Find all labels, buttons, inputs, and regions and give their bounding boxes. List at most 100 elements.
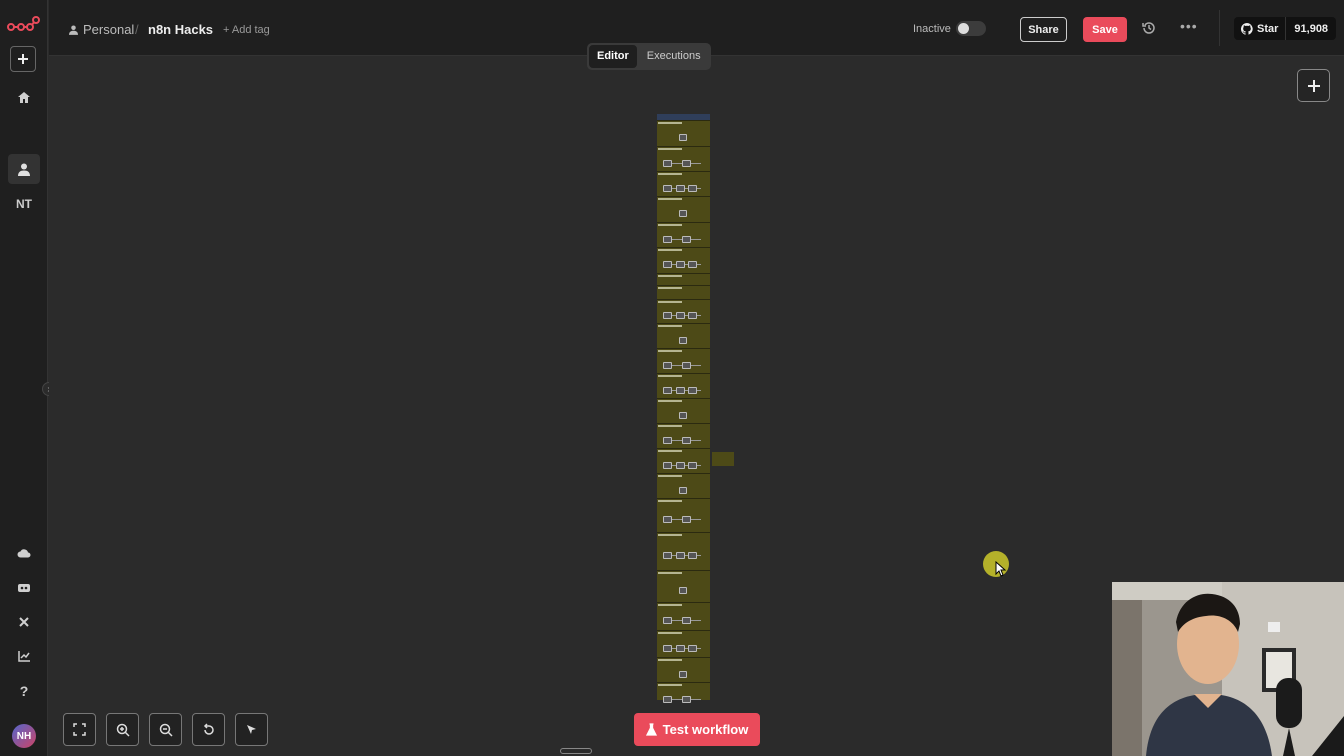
workflow-node[interactable]: [663, 236, 672, 243]
sticky-note-section[interactable]: [657, 171, 710, 196]
github-star[interactable]: Star: [1234, 17, 1287, 40]
more-icon[interactable]: •••: [1180, 18, 1198, 34]
workflow-node[interactable]: [663, 261, 672, 268]
sticky-note-section[interactable]: [657, 196, 710, 222]
workflow-node[interactable]: [682, 617, 691, 624]
workflow-node[interactable]: [663, 437, 672, 444]
workflow-node[interactable]: [663, 617, 672, 624]
reset-zoom-button[interactable]: [192, 713, 225, 746]
workflow-node[interactable]: [663, 160, 672, 167]
test-workflow-button[interactable]: Test workflow: [634, 713, 760, 746]
sticky-note-section[interactable]: [657, 285, 710, 299]
zoom-to-fit-button[interactable]: [63, 713, 96, 746]
workflow-node[interactable]: [675, 645, 685, 652]
side-sticky-note[interactable]: [712, 452, 734, 466]
sticky-note-section[interactable]: [657, 398, 710, 423]
workflow-node[interactable]: [688, 462, 698, 469]
workflow-node[interactable]: [679, 337, 687, 344]
workflow-node[interactable]: [679, 134, 687, 141]
workflow-node[interactable]: [688, 185, 698, 192]
github-star-button[interactable]: Star 91,908: [1234, 17, 1337, 40]
sticky-note-section[interactable]: [657, 602, 710, 630]
sticky-note-section[interactable]: [657, 373, 710, 398]
workflow-node[interactable]: [682, 516, 691, 523]
workflow-node[interactable]: [679, 487, 687, 494]
workflow-node[interactable]: [682, 236, 691, 243]
sticky-note-section[interactable]: [657, 348, 710, 373]
workflow-node[interactable]: [682, 362, 691, 369]
sticky-note-section[interactable]: [657, 273, 710, 285]
workflow-node[interactable]: [682, 437, 691, 444]
workflow-node[interactable]: [675, 185, 685, 192]
sidebar-item-project[interactable]: NT: [8, 189, 40, 219]
workflow-node[interactable]: [679, 412, 687, 419]
workflow-node[interactable]: [663, 552, 672, 559]
workflow-node[interactable]: [688, 312, 698, 319]
workflow-node[interactable]: [675, 462, 685, 469]
workflow-node[interactable]: [688, 552, 698, 559]
sidebar-item-personal[interactable]: [8, 154, 40, 184]
history-icon[interactable]: [1141, 20, 1157, 36]
sticky-note-section[interactable]: [657, 498, 710, 532]
tab-executions[interactable]: Executions: [639, 45, 709, 68]
sidebar-item-variables[interactable]: [8, 607, 40, 637]
breadcrumb-project[interactable]: Personal: [69, 22, 134, 37]
n8n-logo[interactable]: [6, 14, 40, 36]
logs-panel-handle[interactable]: [560, 748, 592, 754]
workflow-node[interactable]: [679, 210, 687, 217]
breadcrumb-separator: /: [135, 22, 139, 37]
workflow-node[interactable]: [663, 185, 672, 192]
workflow-node[interactable]: [663, 362, 672, 369]
tidy-up-button[interactable]: [235, 713, 268, 746]
sticky-note-section[interactable]: [657, 448, 710, 473]
sticky-note-section[interactable]: [657, 570, 710, 602]
zoom-out-button[interactable]: [149, 713, 182, 746]
workflow-node[interactable]: [663, 462, 672, 469]
workflow-node[interactable]: [688, 645, 698, 652]
add-node-button[interactable]: [1297, 69, 1330, 102]
add-resource-button[interactable]: [10, 46, 36, 72]
workflow-node[interactable]: [675, 387, 685, 394]
sticky-note-section[interactable]: [657, 630, 710, 657]
workflow-node[interactable]: [688, 387, 698, 394]
workflow-node[interactable]: [682, 160, 691, 167]
share-button[interactable]: Share: [1020, 17, 1067, 42]
sticky-note-section[interactable]: [657, 299, 710, 323]
workflow-node[interactable]: [679, 671, 687, 678]
tab-editor[interactable]: Editor: [589, 45, 637, 68]
sticky-note-section[interactable]: [657, 146, 710, 171]
sidebar-item-templates[interactable]: [8, 572, 40, 602]
workflow-node[interactable]: [682, 696, 691, 703]
sticky-note-section[interactable]: [657, 222, 710, 247]
sticky-note-section[interactable]: [657, 247, 710, 273]
workflow-node[interactable]: [663, 516, 672, 523]
sticky-note-section[interactable]: [657, 532, 710, 570]
workflow-node[interactable]: [663, 696, 672, 703]
sidebar-item-help[interactable]: ?: [8, 676, 40, 706]
avatar[interactable]: NH: [12, 724, 36, 748]
sticky-notes-column[interactable]: [657, 114, 710, 703]
workflow-node[interactable]: [663, 645, 672, 652]
sticky-note-section[interactable]: [657, 682, 710, 707]
github-star-count: 91,908: [1294, 22, 1329, 35]
activation-toggle[interactable]: [956, 21, 986, 36]
workflow-node[interactable]: [679, 587, 687, 594]
workflow-node[interactable]: [675, 552, 685, 559]
zoom-in-button[interactable]: [106, 713, 139, 746]
workflow-name[interactable]: n8n Hacks: [148, 22, 213, 37]
sticky-note-section[interactable]: [657, 473, 710, 498]
sticky-note-section[interactable]: [657, 423, 710, 448]
sidebar-item-admin-panel[interactable]: [8, 538, 40, 568]
sticky-note-section[interactable]: [657, 657, 710, 682]
workflow-node[interactable]: [688, 261, 698, 268]
workflow-node[interactable]: [675, 312, 685, 319]
workflow-node[interactable]: [663, 312, 672, 319]
add-tag-button[interactable]: + Add tag: [223, 24, 270, 36]
sidebar-item-overview[interactable]: [8, 82, 40, 112]
sticky-note-section[interactable]: [657, 323, 710, 348]
sidebar-item-insights[interactable]: [8, 641, 40, 671]
workflow-node[interactable]: [663, 387, 672, 394]
sticky-note-section[interactable]: [657, 120, 710, 146]
save-button[interactable]: Save: [1083, 17, 1127, 42]
workflow-node[interactable]: [675, 261, 685, 268]
